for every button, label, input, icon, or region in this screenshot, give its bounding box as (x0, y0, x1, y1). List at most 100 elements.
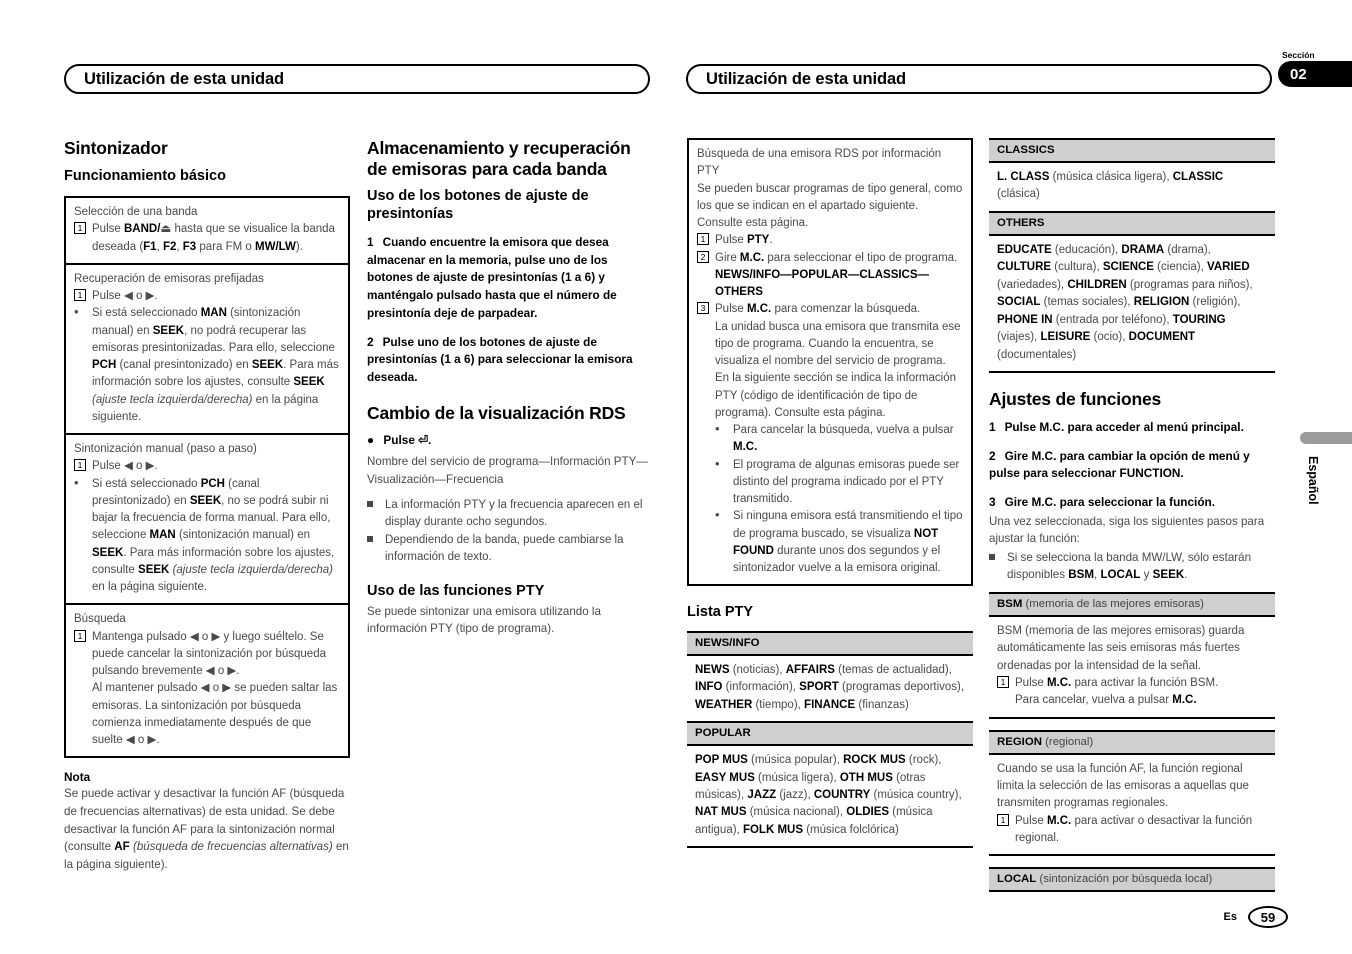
list-text: Para cancelar la búsqueda, vuelva a puls… (733, 422, 963, 457)
rds-display-title: Cambio de la visualización RDS (367, 402, 626, 423)
list-marker: 1 (74, 221, 92, 256)
plain-text: para activar la función BSM. (1071, 677, 1219, 690)
page-footer: Es 59 (1224, 906, 1288, 928)
footer-language-code: Es (1223, 911, 1237, 923)
language-side-tab: Español (1300, 432, 1352, 564)
list-item: 1 Mantenga pulsado ◀ o ▶ y luego suéltelo… (74, 629, 340, 681)
step-number-box: 1 (74, 222, 86, 235)
list-text: Pulse PTY. (715, 232, 963, 249)
table-row: Búsqueda de una emisora RDS por informac… (689, 140, 971, 584)
plain-text: (música folclórica) (803, 823, 899, 836)
emphasis-bold: OLDIES (846, 806, 890, 819)
list-text: Al mantener pulsado ◀ o ▶ se pueden salt… (92, 682, 338, 747)
list-item: 1 Pulse ◀ o ▶. (74, 288, 340, 305)
emphasis-bold: L. CLASS (997, 171, 1050, 183)
list-item: Para cancelar, vuelva a pulsar M.C. (997, 692, 1267, 709)
pty-category-body: EDUCATE (educación), DRAMA (drama), CULT… (989, 236, 1275, 371)
col2-section-title: Almacenamiento y recuperación de emisora… (367, 138, 631, 179)
emphasis-bold: PHONE IN (997, 313, 1053, 326)
list-item: • Si está seleccionado PCH (canal presint… (74, 476, 340, 597)
col4-step-3-note: Si se selecciona la banda MW/LW, sólo es… (989, 549, 1275, 584)
section-label: Sección (1282, 50, 1315, 60)
bullet-dot-icon: • (715, 421, 720, 436)
col4-step-1-number: 1 (989, 419, 996, 434)
row-title: Búsqueda de una emisora RDS por informac… (697, 148, 942, 178)
list-marker: 3 (697, 301, 715, 318)
list-marker: 1 (74, 629, 92, 681)
list-item: • El programa de algunas emisoras puede s… (697, 457, 963, 509)
plain-text: (noticias), (729, 663, 786, 676)
function-description: (regional) (1041, 735, 1094, 748)
list-item: 2 Gire M.C. para seleccionar el tipo de p… (697, 250, 963, 267)
plain-text: Pulse (715, 303, 747, 316)
table-row: Búsqueda 1 Mantenga pulsado ◀ o ▶ y luego … (66, 603, 348, 756)
pty-chain: NEWS/INFO—POPULAR—CLASSICS—OTHERS (715, 268, 930, 298)
bullet-dot-icon: • (715, 507, 720, 523)
plain-text: Pulse (715, 234, 747, 247)
plain-text: (canal presintonizado) en (116, 359, 252, 372)
pty-category-header: NEWS/INFO (687, 632, 973, 656)
emphasis-bold: PCH (200, 477, 225, 490)
rds-press-line: ● Pulse ⏎. (367, 432, 653, 450)
plain-text: (ciencia), (1153, 261, 1208, 274)
col2-step-1: 1 Cuando encuentre la emisora que desea a… (367, 234, 653, 322)
emphasis-bold: CHILDREN (1067, 278, 1127, 291)
plain-text: (música country), (870, 788, 962, 801)
col1-sub-title: Funcionamiento básico (64, 167, 226, 184)
plain-text: (temas sociales), (1040, 296, 1134, 309)
col4-step-3-body: Una vez seleccionada, siga los siguiente… (989, 514, 1265, 546)
emphasis-bold: DRAMA (1121, 243, 1165, 256)
function-table-header: REGION (regional) (989, 731, 1275, 755)
list-item: 1 Pulse BAND/⏏ hasta que se visualice la … (74, 221, 340, 256)
pty-category-header: POPULAR (687, 723, 973, 747)
emphasis-bold: NAT MUS (695, 806, 747, 819)
list-item: NEWS/INFO—POPULAR—CLASSICS—OTHERS (697, 267, 963, 302)
emphasis-bold: MAN (200, 307, 227, 320)
emphasis-italic: (ajuste tecla izquierda/derecha) (92, 393, 253, 406)
column-1: Sintonizador Funcionamiento básico Selec… (64, 138, 350, 882)
emphasis-bold: LEISURE (1040, 331, 1091, 344)
list-item: 3 Pulse M.C. para comenzar la búsqueda. (697, 301, 963, 318)
pty-category-body: L. CLASS (música clásica ligera), CLASSI… (989, 163, 1275, 211)
list-marker: 1 (74, 288, 92, 305)
list-text: Pulse M.C. para comenzar la búsqueda. (715, 301, 963, 318)
plain-text: El programa de algunas emisoras puede se… (733, 458, 960, 506)
function-body-text: Cuando se usa la función AF, la función … (997, 762, 1249, 810)
plain-text: (música clásica ligera), (1049, 171, 1173, 183)
list-text: Si se selecciona la banda MW/LW, sólo es… (1007, 549, 1275, 584)
function-name: REGION (997, 735, 1042, 748)
emphasis-bold: SEEK (293, 376, 325, 389)
list-marker: 1 (74, 458, 92, 475)
list-text: Pulse M.C. para activar la función BSM. (1015, 675, 1267, 692)
emphasis-bold: EDUCATE (997, 243, 1052, 256)
plain-text: (tiempo), (752, 698, 805, 711)
table-row: Sintonización manual (paso a paso) 1 Pulse… (66, 433, 348, 603)
step-number-box: 2 (697, 250, 709, 263)
list-item: Dependiendo de la banda, puede cambiarse… (367, 532, 653, 567)
list-text: En la siguiente sección se indica la inf… (715, 372, 956, 419)
section-number-badge: 02 (1278, 61, 1352, 87)
emphasis-bold: INFO (695, 681, 723, 694)
list-text: Gire M.C. para seleccionar el tipo de pr… (715, 250, 963, 267)
plain-text: (sintonización manual) en (175, 529, 310, 542)
emphasis-bold: SEEK (189, 494, 222, 507)
emphasis-bold: M.C. (733, 441, 758, 454)
list-marker: • (74, 305, 92, 426)
col2-step-1-number: 1 (367, 235, 374, 250)
page-header-right-title: Utilización de esta unidad (706, 69, 907, 88)
row-title: Selección de una banda (74, 206, 198, 219)
column-2: Almacenamiento y recuperación de emisora… (367, 138, 653, 647)
col4-step-2: 2 Gire M.C. para cambiar la opción de men… (989, 448, 1275, 483)
plain-text: (temas de actualidad), (834, 663, 952, 676)
plain-text: en la página siguiente. (92, 581, 208, 594)
col1-section-title: Sintonizador (64, 138, 168, 158)
list-text: Mantenga pulsado ◀ o ▶ y luego suéltelo.… (92, 630, 326, 678)
emphasis-bold: M.C. (1046, 677, 1072, 690)
page-header-left-title: Utilización de esta unidad (84, 69, 285, 88)
col4-step-2-number: 2 (989, 448, 996, 463)
step-number-box: 1 (697, 233, 709, 246)
list-text: Si está seleccionado PCH (canal presinto… (92, 476, 340, 597)
emphasis-bold: PTY (746, 234, 770, 247)
emphasis-bold: SEEK (1152, 568, 1185, 582)
list-marker: 2 (697, 250, 715, 267)
